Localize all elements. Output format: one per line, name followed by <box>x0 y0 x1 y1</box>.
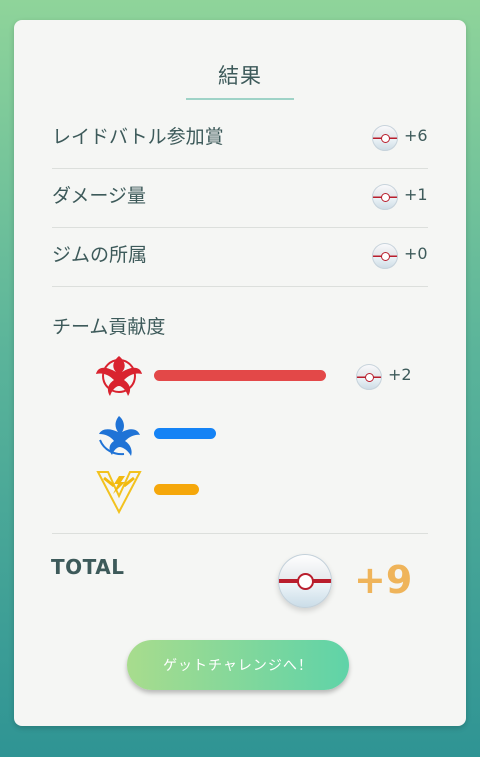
premier-ball-icon <box>372 243 398 269</box>
reward-label: ジムの所属 <box>52 244 148 266</box>
total-label: TOTAL <box>51 555 125 579</box>
valor-emblem-icon <box>96 356 142 396</box>
premier-ball-icon <box>372 125 398 151</box>
reward-row-gym-affiliation: ジムの所属 +0 <box>52 228 428 287</box>
results-card: 結果 レイドバトル参加賞 +6 ダメージ量 +1 ジムの所属 +0 チーム貢献度… <box>14 20 466 726</box>
page-title: 結果 <box>218 64 262 88</box>
instinct-emblem-icon <box>96 471 142 514</box>
contribution-bar-valor <box>154 370 326 381</box>
contribution-bar-mystic <box>154 428 216 439</box>
team-row-instinct <box>94 466 424 514</box>
reward-row-damage: ダメージ量 +1 <box>52 169 428 228</box>
contribution-bar-instinct <box>154 484 199 495</box>
reward-value: +1 <box>404 185 428 204</box>
total-value: +9 <box>354 558 413 602</box>
mystic-emblem-icon <box>99 416 140 456</box>
reward-row-raid-participation: レイドバトル参加賞 +6 <box>52 110 428 169</box>
premier-ball-icon <box>356 364 382 390</box>
premier-ball-icon <box>278 554 332 608</box>
reward-label: ダメージ量 <box>52 185 147 207</box>
premier-ball-icon <box>372 184 398 210</box>
team-contribution-label: チーム貢献度 <box>52 316 166 338</box>
get-challenge-button[interactable]: ゲットチャレンジへ！ <box>127 640 349 690</box>
team-reward-value: +2 <box>388 365 412 384</box>
reward-value: +0 <box>404 244 428 263</box>
divider <box>52 533 428 534</box>
team-row-valor: +2 <box>94 352 424 400</box>
title-underline <box>186 98 294 100</box>
team-row-mystic <box>94 410 424 458</box>
reward-value: +6 <box>404 126 428 145</box>
reward-label: レイドバトル参加賞 <box>52 126 224 148</box>
